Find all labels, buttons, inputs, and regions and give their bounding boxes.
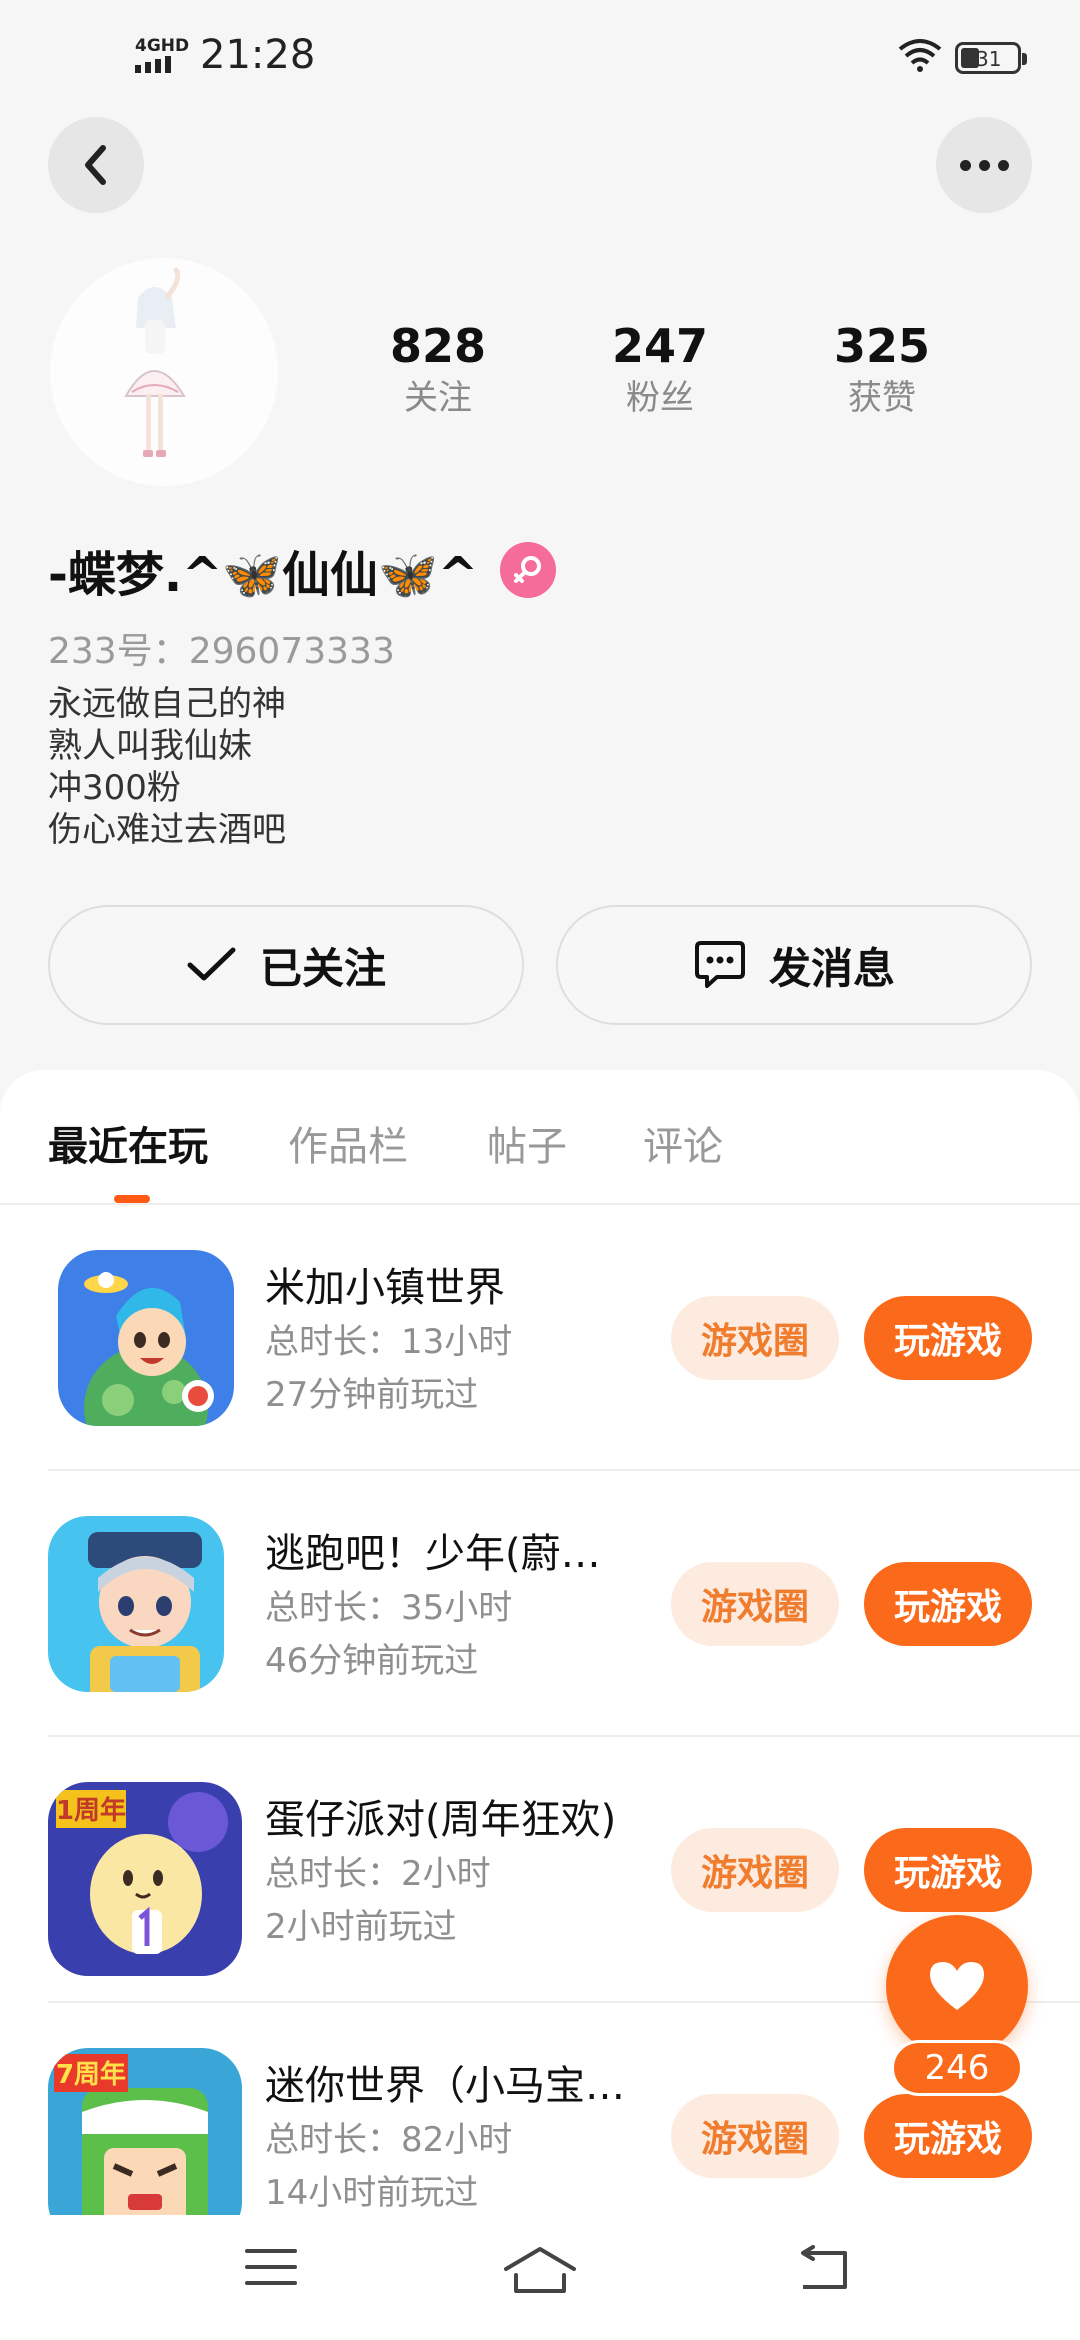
likes-label: 获赞 bbox=[848, 378, 916, 418]
content-card: 最近在玩 作品栏 帖子 评论 米加小镇世界 总时长：13小时 27分钟前玩过 游… bbox=[0, 1070, 1080, 2340]
signal-icon bbox=[135, 56, 171, 73]
following-label: 关注 bbox=[404, 378, 472, 418]
anniversary-badge-text: 7周年 bbox=[56, 2059, 126, 2090]
game-last-played: 46分钟前玩过 bbox=[265, 1641, 479, 1681]
game-last-played: 2小时前玩过 bbox=[265, 1907, 457, 1947]
heart-icon bbox=[930, 1962, 984, 2010]
likes-stat[interactable]: 325 获赞 bbox=[782, 318, 982, 422]
bio-line: 伤心难过去酒吧 bbox=[48, 810, 286, 850]
bio-line: 永远做自己的神 bbox=[48, 684, 286, 724]
floating-like-button[interactable] bbox=[886, 1915, 1028, 2057]
back-button[interactable] bbox=[48, 117, 144, 213]
bio: 永远做自己的神 熟人叫我仙妹 冲300粉 伤心难过去酒吧 bbox=[48, 683, 286, 851]
home-icon[interactable] bbox=[502, 2245, 578, 2295]
escape-boy-game-icon[interactable] bbox=[48, 1516, 224, 1692]
game-title: 迷你世界（小马宝… bbox=[265, 2063, 625, 2109]
chevron-left-icon bbox=[85, 145, 106, 185]
game-title: 逃跑吧！少年(蔚… bbox=[265, 1531, 601, 1577]
more-dots-icon bbox=[959, 159, 1009, 171]
anniversary-badge-text: 1周年 bbox=[56, 1795, 126, 1826]
game-circle-button[interactable]: 游戏圈 bbox=[671, 2094, 839, 2178]
battery-level: 31 bbox=[976, 47, 1002, 71]
followed-label: 已关注 bbox=[259, 943, 386, 993]
followed-button[interactable]: 已关注 bbox=[48, 905, 524, 1025]
eggy-party-game-icon[interactable]: 1周年 bbox=[48, 1782, 242, 1976]
active-tab-indicator bbox=[114, 1195, 150, 1203]
game-title: 蛋仔派对(周年狂欢) bbox=[265, 1797, 617, 1843]
game-duration: 总时长：82小时 bbox=[265, 2120, 513, 2160]
network-type: 4GHD bbox=[135, 36, 190, 56]
game-duration: 总时长：2小时 bbox=[265, 1854, 491, 1894]
female-icon bbox=[500, 542, 557, 598]
bio-line: 熟人叫我仙妹 bbox=[48, 726, 252, 766]
menu-icon[interactable] bbox=[244, 2245, 298, 2289]
tab-posts[interactable]: 帖子 bbox=[487, 1114, 567, 1172]
user-id: 233号：296073333 bbox=[48, 631, 395, 672]
likes-count: 325 bbox=[833, 319, 931, 373]
fans-stat[interactable]: 247 粉丝 bbox=[560, 318, 760, 422]
game-last-played: 14小时前玩过 bbox=[265, 2173, 479, 2213]
more-options-button[interactable] bbox=[936, 117, 1032, 213]
play-game-button[interactable]: 玩游戏 bbox=[864, 1562, 1032, 1646]
system-navigation-bar bbox=[0, 2215, 1080, 2340]
following-stat[interactable]: 828 关注 bbox=[338, 318, 538, 422]
send-message-label: 发消息 bbox=[768, 943, 895, 993]
game-duration: 总时长：35小时 bbox=[265, 1588, 513, 1628]
game-duration: 总时长：13小时 bbox=[265, 1322, 513, 1362]
username: -蝶梦.^🦋仙仙🦋^ bbox=[48, 547, 479, 603]
mini-world-game-icon[interactable]: 7周年 bbox=[48, 2048, 242, 2242]
play-game-button[interactable]: 玩游戏 bbox=[864, 1828, 1032, 1912]
play-game-button[interactable]: 玩游戏 bbox=[864, 2094, 1032, 2178]
status-bar: 4GHD 21:28 31 bbox=[0, 0, 1080, 110]
fans-label: 粉丝 bbox=[626, 378, 694, 418]
game-circle-button[interactable]: 游戏圈 bbox=[671, 1562, 839, 1646]
game-last-played: 27分钟前玩过 bbox=[265, 1375, 479, 1415]
tab-works[interactable]: 作品栏 bbox=[288, 1114, 408, 1172]
bio-line: 冲300粉 bbox=[48, 768, 181, 808]
avatar[interactable] bbox=[50, 258, 278, 486]
like-count-badge: 246 bbox=[891, 2040, 1023, 2096]
check-icon bbox=[187, 947, 236, 981]
profile-tabs: 最近在玩 作品栏 帖子 评论 bbox=[0, 1070, 1080, 1205]
tab-recently-played[interactable]: 最近在玩 bbox=[48, 1114, 208, 1172]
game-list-item[interactable]: 逃跑吧！少年(蔚… 总时长：35小时 46分钟前玩过 游戏圈 玩游戏 bbox=[48, 1471, 1080, 1737]
following-count: 828 bbox=[389, 319, 487, 373]
toca-world-game-icon[interactable] bbox=[58, 1250, 234, 1426]
send-message-button[interactable]: 发消息 bbox=[556, 905, 1032, 1025]
system-back-icon[interactable] bbox=[795, 2245, 851, 2291]
game-title: 米加小镇世界 bbox=[265, 1265, 505, 1311]
game-circle-button[interactable]: 游戏圈 bbox=[671, 1296, 839, 1380]
avatar-character-image bbox=[124, 267, 186, 457]
battery-icon: 31 bbox=[955, 42, 1027, 74]
clock: 21:28 bbox=[200, 32, 316, 78]
chat-bubble-icon bbox=[694, 941, 745, 988]
game-circle-button[interactable]: 游戏圈 bbox=[671, 1828, 839, 1912]
wifi-icon bbox=[898, 39, 942, 72]
username-row: -蝶梦.^🦋仙仙🦋^ bbox=[48, 535, 557, 605]
play-game-button[interactable]: 玩游戏 bbox=[864, 1296, 1032, 1380]
user-profile-screen: 4GHD 21:28 31 828 关注 247 粉丝 325 获赞 -蝶梦.^… bbox=[0, 0, 1080, 2340]
tab-comments[interactable]: 评论 bbox=[643, 1114, 723, 1172]
game-list-item[interactable]: 米加小镇世界 总时长：13小时 27分钟前玩过 游戏圈 玩游戏 bbox=[48, 1205, 1080, 1471]
fans-count: 247 bbox=[611, 319, 709, 373]
